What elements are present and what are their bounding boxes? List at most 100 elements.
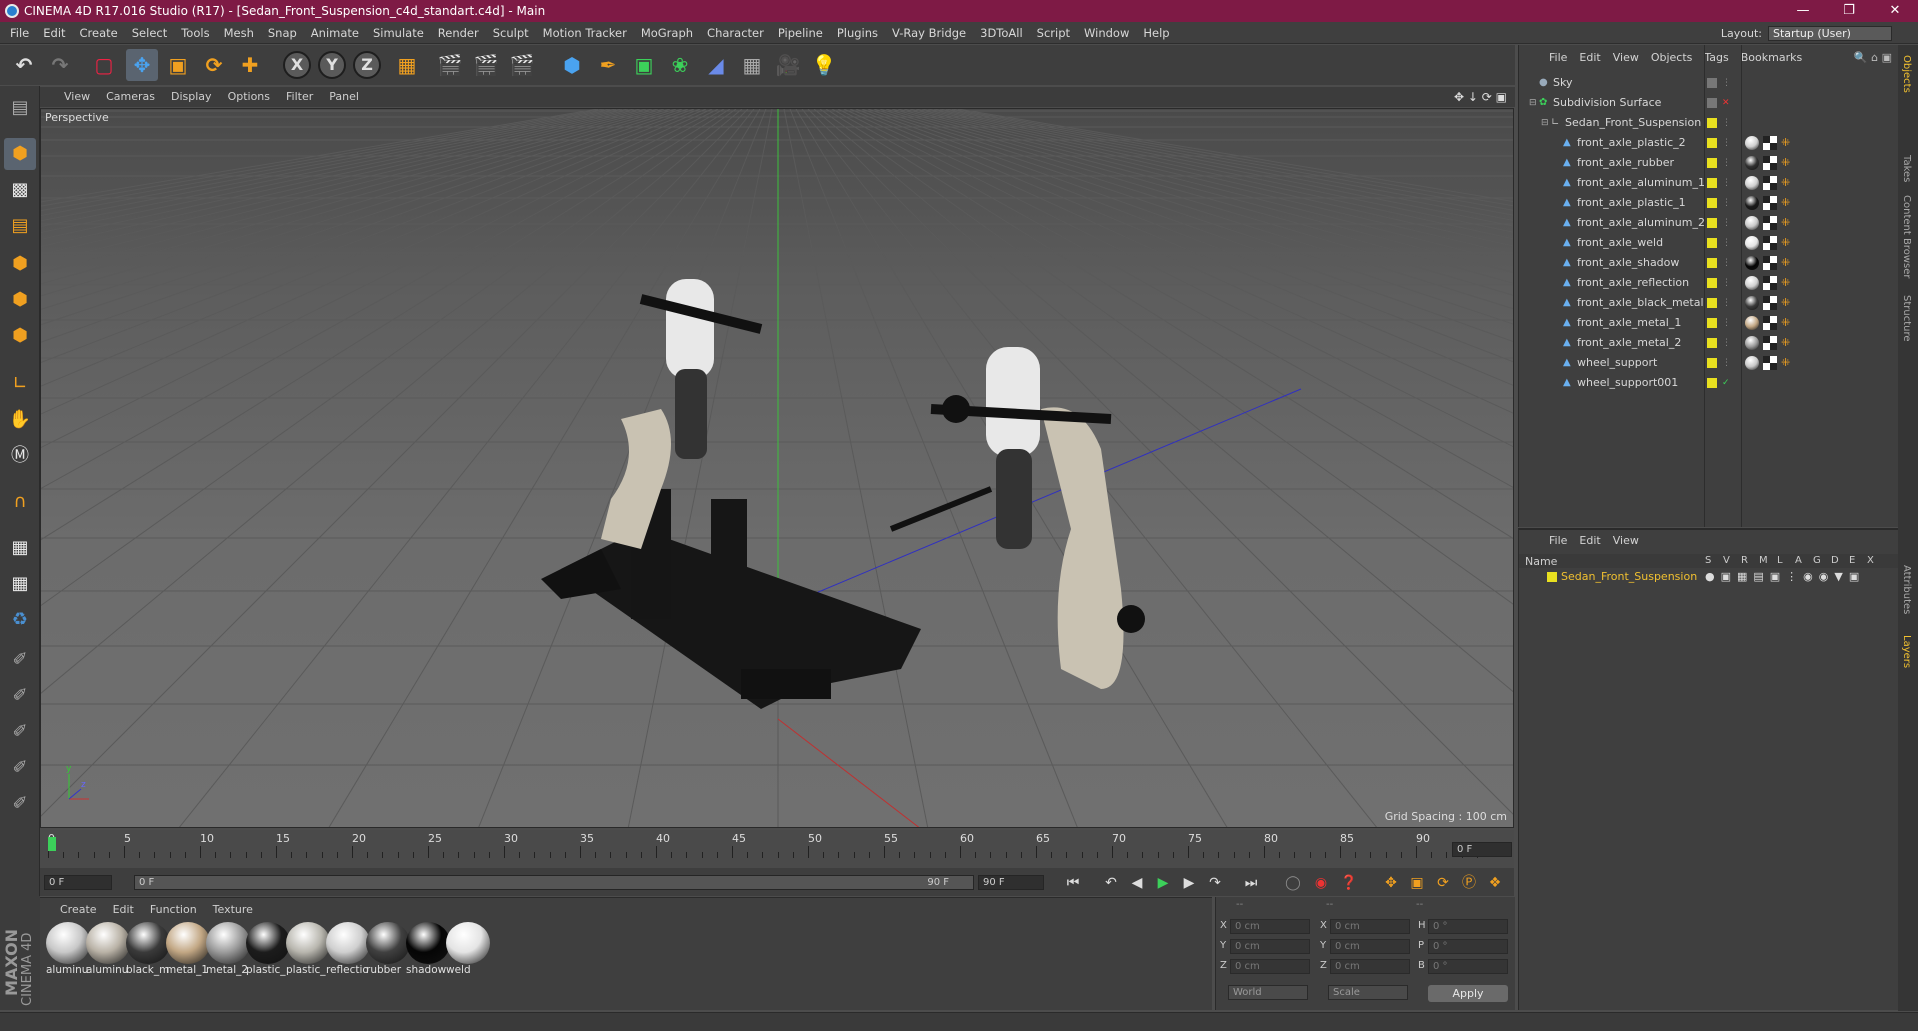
object-name[interactable]: front_axle_shadow	[1577, 253, 1679, 273]
material-tag-icon[interactable]	[1745, 316, 1759, 330]
layer-swatch[interactable]	[1707, 118, 1717, 128]
texture-tag-icon[interactable]	[1763, 296, 1777, 310]
tweak-mode-icon[interactable]: ✋	[4, 404, 36, 436]
material-tag-icon[interactable]	[1745, 356, 1759, 370]
redo-icon[interactable]: ↷	[44, 49, 76, 81]
material-menu-edit[interactable]: Edit	[105, 900, 142, 920]
visibility-toggle-icon[interactable]: ⋮	[1722, 313, 1731, 333]
layer-column-header[interactable]: M	[1759, 555, 1768, 566]
layer-row[interactable]: Sedan_Front_Suspension ●▣▦▤▣⋮◉◉▼▣	[1519, 568, 1899, 586]
visibility-toggle-icon[interactable]: ⋮	[1722, 153, 1731, 173]
phong-tag-icon[interactable]: ⁜	[1781, 233, 1790, 253]
phong-tag-icon[interactable]: ⁜	[1781, 293, 1790, 313]
object-row[interactable]: ▲ front_axle_weld ⋮ ⁜	[1519, 233, 1899, 253]
layer-menu-edit[interactable]: Edit	[1573, 534, 1606, 547]
layer-toggles[interactable]: ●▣▦▤▣⋮◉◉▼▣	[1705, 568, 1865, 586]
layer-swatch[interactable]	[1707, 238, 1717, 248]
texture-tag-icon[interactable]	[1763, 176, 1777, 190]
material-tag-icon[interactable]	[1745, 336, 1759, 350]
visibility-toggle-icon[interactable]: ✕	[1722, 93, 1730, 113]
viewport-nav-icons[interactable]: ✥ ↓ ⟳ ▣	[1454, 90, 1507, 104]
render-to-picture-viewer-icon[interactable]: 🎬	[470, 49, 502, 81]
object-name[interactable]: front_axle_plastic_2	[1577, 133, 1686, 153]
phong-tag-icon[interactable]: ⁜	[1781, 133, 1790, 153]
object-name[interactable]: front_axle_black_metal	[1577, 293, 1704, 313]
menu-plugins[interactable]: Plugins	[830, 22, 885, 44]
rotate-icon[interactable]: ⟳	[198, 49, 230, 81]
layer-swatch[interactable]	[1707, 318, 1717, 328]
object-name[interactable]: front_axle_rubber	[1577, 153, 1674, 173]
texture-tag-icon[interactable]	[1763, 156, 1777, 170]
sculpt-inflate-icon[interactable]: ✐	[4, 752, 36, 784]
layer-column-header[interactable]: A	[1795, 555, 1802, 566]
menu-v-ray-bridge[interactable]: V-Ray Bridge	[885, 22, 973, 44]
sculpt-smooth-icon[interactable]: ✐	[4, 716, 36, 748]
spline-pen-icon[interactable]: ✒	[592, 49, 624, 81]
edges-mode-icon[interactable]: ⬢	[4, 284, 36, 316]
object-row[interactable]: ▲ front_axle_black_metal ⋮ ⁜	[1519, 293, 1899, 313]
workplane-lock-icon[interactable]: ▦	[4, 532, 36, 564]
key-position-icon[interactable]: ✥	[1380, 872, 1402, 894]
scale-icon[interactable]: ▣	[162, 49, 194, 81]
coord-value-field[interactable]: 0 °	[1428, 919, 1508, 934]
next-key-icon[interactable]: ↷	[1204, 872, 1226, 894]
material-menu-function[interactable]: Function	[142, 900, 205, 920]
layer-swatch[interactable]	[1707, 158, 1717, 168]
object-name[interactable]: Subdivision Surface	[1553, 93, 1661, 113]
viewport-menu-display[interactable]: Display	[163, 87, 220, 107]
phong-tag-icon[interactable]: ⁜	[1781, 173, 1790, 193]
go-to-end-icon[interactable]: ⏭	[1240, 872, 1262, 894]
object-row[interactable]: ▲ front_axle_aluminum_2 ⋮ ⁜	[1519, 213, 1899, 233]
menu-edit[interactable]: Edit	[36, 22, 72, 44]
object-row[interactable]: ▲ wheel_support ⋮ ⁜	[1519, 353, 1899, 373]
material-tag-icon[interactable]	[1745, 216, 1759, 230]
visibility-toggle-icon[interactable]: ✓	[1722, 373, 1730, 393]
side-tab-objects[interactable]: Objects	[1901, 55, 1912, 93]
object-row[interactable]: ▲ front_axle_aluminum_1 ⋮ ⁜	[1519, 173, 1899, 193]
playhead-marker[interactable]	[48, 837, 56, 851]
layer-swatch[interactable]	[1707, 198, 1717, 208]
render-settings-icon[interactable]: 🎬	[506, 49, 538, 81]
object-name[interactable]: wheel_support	[1577, 353, 1657, 373]
viewport-menu-cameras[interactable]: Cameras	[98, 87, 163, 107]
side-tab-content-browser[interactable]: Content Browser	[1901, 195, 1912, 278]
phong-tag-icon[interactable]: ⁜	[1781, 353, 1790, 373]
suspension-model[interactable]	[541, 279, 1145, 709]
visibility-toggle-icon[interactable]: ⋮	[1722, 73, 1731, 93]
object-name[interactable]: front_axle_aluminum_2	[1577, 213, 1705, 233]
key-parameter-icon[interactable]: Ⓟ	[1458, 872, 1480, 894]
transform-icon[interactable]: ✚	[234, 49, 266, 81]
object-menu-edit[interactable]: Edit	[1573, 51, 1606, 64]
menu-motion-tracker[interactable]: Motion Tracker	[536, 22, 634, 44]
visibility-toggle-icon[interactable]: ⋮	[1722, 253, 1731, 273]
keyframe-selection-icon[interactable]: ❓	[1338, 872, 1360, 894]
object-name[interactable]: front_axle_weld	[1577, 233, 1663, 253]
texture-tag-icon[interactable]	[1763, 316, 1777, 330]
layer-column-header[interactable]: D	[1831, 555, 1839, 566]
material-tag-icon[interactable]	[1745, 296, 1759, 310]
make-editable-icon[interactable]: ▤	[4, 92, 36, 124]
menu-mesh[interactable]: Mesh	[217, 22, 261, 44]
apply-button[interactable]: Apply	[1428, 985, 1508, 1002]
material-tag-icon[interactable]	[1745, 196, 1759, 210]
object-row[interactable]: ∟ Sedan_Front_Suspension ⊟ ⋮	[1519, 113, 1899, 133]
texture-tag-icon[interactable]	[1763, 336, 1777, 350]
menu-animate[interactable]: Animate	[304, 22, 366, 44]
close-icon[interactable]: ✕	[1872, 0, 1918, 22]
coord-value-field[interactable]: 0 °	[1428, 959, 1508, 974]
next-frame-icon[interactable]: ▶	[1178, 872, 1200, 894]
key-scale-icon[interactable]: ▣	[1406, 872, 1428, 894]
object-menu-file[interactable]: File	[1543, 51, 1573, 64]
workplane-mode-icon[interactable]: ▤	[4, 210, 36, 242]
material-tag-icon[interactable]	[1745, 156, 1759, 170]
visibility-toggle-icon[interactable]: ⋮	[1722, 213, 1731, 233]
object-row[interactable]: ▲ front_axle_plastic_2 ⋮ ⁜	[1519, 133, 1899, 153]
coordinate-system-dropdown[interactable]: World	[1228, 985, 1308, 1000]
texture-tag-icon[interactable]	[1763, 196, 1777, 210]
menu-3dtoall[interactable]: 3DToAll	[973, 22, 1030, 44]
layer-swatch[interactable]	[1707, 78, 1717, 88]
menu-mograph[interactable]: MoGraph	[634, 22, 700, 44]
layout-selector[interactable]: Layout: Startup (User)	[1721, 26, 1892, 41]
texture-tag-icon[interactable]	[1763, 216, 1777, 230]
visibility-toggle-icon[interactable]: ⋮	[1722, 293, 1731, 313]
